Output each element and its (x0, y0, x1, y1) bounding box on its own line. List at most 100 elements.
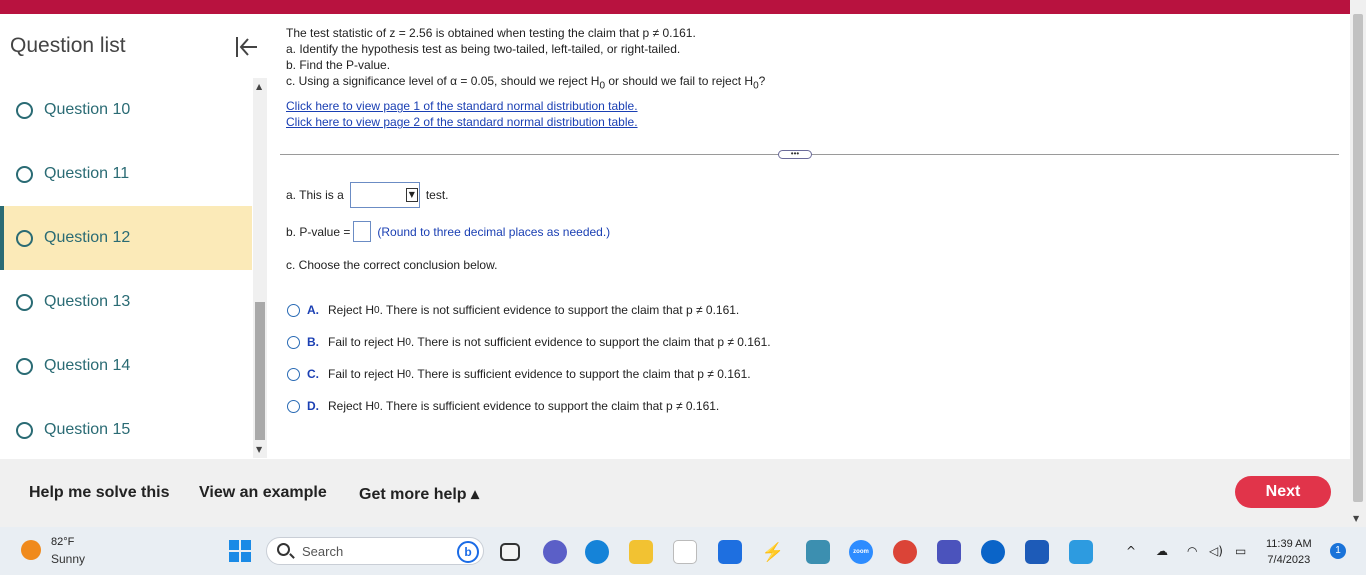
browser-icon[interactable] (981, 540, 1005, 564)
expand-more-button[interactable]: ••• (778, 150, 812, 159)
question-part-c: c. Using a significance level of α = 0.0… (286, 73, 1336, 94)
test-type-dropdown[interactable]: ▼ (349, 182, 420, 208)
radio-icon[interactable] (287, 367, 300, 381)
radio-icon[interactable] (287, 303, 300, 317)
dropdown-arrow-icon: ▼ (405, 188, 418, 202)
notification-badge[interactable]: 1 (1330, 543, 1346, 559)
file-explorer-icon[interactable] (629, 540, 653, 564)
clock-time: 11:39 AM (1266, 538, 1312, 550)
scroll-down-arrow-icon[interactable]: ▼ (256, 445, 262, 454)
volume-icon[interactable]: ◁) (1209, 544, 1223, 558)
question-item-12[interactable]: Question 12 (0, 206, 252, 270)
weather-condition[interactable]: Sunny (51, 552, 85, 566)
option-b[interactable]: B. Fail to reject H0. There is not suffic… (287, 326, 771, 358)
status-circle-icon (16, 101, 33, 119)
status-circle-icon (16, 357, 33, 375)
option-text: Fail to reject H (328, 367, 406, 381)
page-scrollbar-thumb[interactable] (1353, 14, 1363, 502)
part-c-text: c. Using a significance level of α = 0.0… (286, 74, 600, 88)
edge-icon[interactable] (585, 540, 609, 564)
question-part-a: a. Identify the hypothesis test as being… (286, 42, 681, 56)
teams-icon[interactable] (937, 540, 961, 564)
photos-icon[interactable] (1069, 540, 1093, 564)
task-view-icon[interactable] (500, 543, 520, 561)
view-example-button[interactable]: View an example (199, 484, 327, 502)
show-hidden-icons[interactable]: ^ (1126, 544, 1136, 558)
page-scrollbar[interactable]: ▼ (1350, 0, 1366, 527)
dropbox-icon[interactable] (718, 540, 742, 564)
calculator-icon[interactable] (806, 540, 830, 564)
part-b-prefix: b. P-value = (286, 224, 351, 239)
status-circle-icon (16, 293, 33, 311)
option-text: . There is sufficient evidence to suppor… (410, 367, 751, 381)
question-item-15[interactable]: Question 15 (0, 398, 252, 462)
scroll-down-arrow-icon[interactable]: ▼ (1353, 514, 1359, 523)
conclusion-options: A. Reject H0. There is not sufficient evi… (287, 294, 771, 422)
weather-temp[interactable]: 82°F (51, 536, 74, 548)
windows-start-icon[interactable] (229, 540, 251, 562)
teams-chat-icon[interactable] (543, 540, 567, 564)
chrome-icon[interactable] (893, 540, 917, 564)
battery-icon[interactable]: ▭ (1235, 544, 1246, 558)
question-list: Question 10 Question 11 Question 12 Ques… (0, 78, 252, 462)
taskbar-clock[interactable]: 11:39 AM 7/4/2023 (1266, 536, 1312, 568)
question-item-label: Question 15 (44, 421, 131, 438)
option-c[interactable]: C. Fail to reject H0. There is sufficient… (287, 358, 771, 390)
table-page-1-link[interactable]: Click here to view page 1 of the standar… (286, 99, 638, 113)
part-c-text: ? (758, 74, 766, 88)
part-c-text: or should we fail to reject H (605, 74, 754, 88)
option-text: . There is sufficient evidence to suppor… (379, 399, 720, 413)
question-stem: The test statistic of z = 2.56 is obtain… (286, 26, 696, 40)
status-circle-icon (16, 165, 33, 183)
rounding-hint: (Round to three decimal places as needed… (377, 224, 611, 239)
collapse-sidebar-icon[interactable] (233, 34, 259, 60)
search-icon (277, 543, 290, 556)
option-letter: C. (307, 367, 319, 381)
status-circle-icon (16, 421, 33, 439)
question-item-label: Question 10 (44, 101, 131, 118)
option-d[interactable]: D. Reject H0. There is sufficient evidenc… (287, 390, 771, 422)
question-list-scrollbar[interactable]: ▲ ▼ (253, 78, 267, 458)
question-item-13[interactable]: Question 13 (0, 270, 252, 334)
question-item-10[interactable]: Question 10 (0, 78, 252, 142)
question-list-scrollbar-thumb[interactable] (255, 302, 265, 440)
get-more-help-button[interactable]: Get more help ▴ (359, 484, 479, 504)
radio-icon[interactable] (287, 399, 300, 413)
scroll-up-arrow-icon[interactable]: ▲ (256, 82, 262, 91)
top-brand-bar (0, 0, 1350, 14)
radio-icon[interactable] (287, 335, 300, 349)
bing-icon[interactable]: b (457, 541, 479, 563)
clock-date: 7/4/2023 (1267, 554, 1311, 566)
taskbar-search[interactable]: Search b (266, 537, 484, 565)
question-item-14[interactable]: Question 14 (0, 334, 252, 398)
sun-icon[interactable] (21, 540, 41, 560)
zoom-icon[interactable]: zoom (849, 540, 873, 564)
question-list-title: Question list (10, 34, 126, 57)
word-icon[interactable] (1025, 540, 1049, 564)
option-letter: B. (307, 335, 319, 349)
part-a-prefix: a. This is a (286, 188, 344, 202)
question-text: The test statistic of z = 2.56 is obtain… (286, 25, 1336, 130)
next-button[interactable]: Next (1235, 476, 1331, 508)
p-value-input[interactable] (353, 221, 372, 242)
answer-part-c-prompt: c. Choose the correct conclusion below. (286, 258, 498, 272)
option-text: Fail to reject H (328, 335, 406, 349)
search-placeholder: Search (302, 544, 344, 559)
option-text: Reject H (328, 399, 375, 413)
table-page-2-link[interactable]: Click here to view page 2 of the standar… (286, 115, 638, 129)
help-me-solve-button[interactable]: Help me solve this (29, 484, 170, 502)
part-a-suffix: test. (425, 188, 449, 202)
option-text: Reject H (328, 303, 375, 317)
question-item-11[interactable]: Question 11 (0, 142, 252, 206)
question-part-b: b. Find the P-value. (286, 58, 391, 72)
option-text: . There is not sufficient evidence to su… (379, 303, 740, 317)
answer-part-a: a. This is a ▼ test. (286, 182, 449, 208)
question-item-label: Question 14 (44, 357, 131, 374)
wifi-icon[interactable]: ◠ (1187, 544, 1197, 558)
question-item-label: Question 13 (44, 293, 131, 310)
cloud-icon[interactable]: ☁ (1156, 544, 1168, 558)
option-letter: D. (307, 399, 319, 413)
store-icon[interactable] (673, 540, 697, 564)
option-a[interactable]: A. Reject H0. There is not sufficient evi… (287, 294, 771, 326)
bolt-app-icon[interactable]: ⚡ (761, 540, 785, 564)
